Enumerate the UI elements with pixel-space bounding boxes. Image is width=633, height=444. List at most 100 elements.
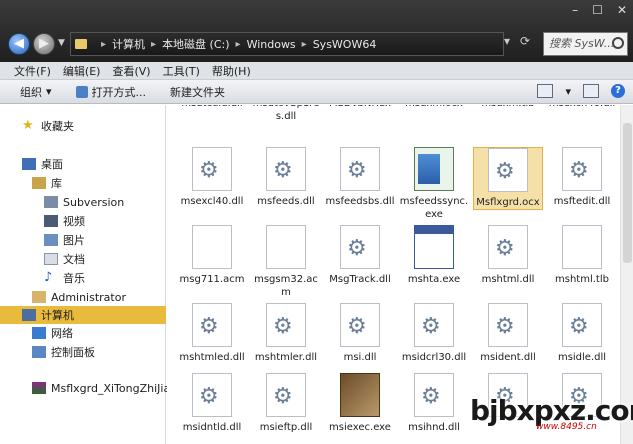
file-item[interactable]: Msflxgrd.ocx: [473, 147, 543, 210]
breadcrumb-local-disk[interactable]: 本地磁盘 (C:): [162, 36, 229, 52]
file-item[interactable]: msexch40.dll: [547, 105, 617, 110]
file-name: msdxm.tlb: [473, 105, 543, 110]
maximize-button[interactable]: ☐: [592, 3, 603, 17]
new-folder-button[interactable]: 新建文件夹: [170, 84, 225, 100]
organize-button[interactable]: 组织 ▾: [20, 84, 52, 100]
file-item[interactable]: msfeedsbs.dll: [325, 147, 395, 208]
chevron-down-icon[interactable]: ▾: [565, 85, 571, 98]
file-item[interactable]: msfeedssync.exe: [399, 147, 469, 221]
chevron-right-icon[interactable]: ▸: [236, 39, 241, 50]
watermark-subtext: www.8495.cn: [536, 422, 597, 432]
sidebar-item-music[interactable]: ♪ 音乐: [44, 269, 85, 287]
window-controls: – ☐ ✕: [572, 3, 627, 17]
address-bar[interactable]: ▸ 计算机 ▸ 本地磁盘 (C:) ▸ Windows ▸ SysWOW64: [70, 32, 504, 56]
dll-file-icon: [488, 225, 528, 269]
sidebar-item-documents[interactable]: 文档: [44, 250, 85, 268]
music-icon: ♪: [44, 270, 53, 285]
open-with-button[interactable]: 打开方式...: [75, 84, 146, 100]
menu-help[interactable]: 帮助(H): [212, 63, 251, 79]
file-item[interactable]: msiexec.exe: [325, 373, 395, 434]
search-icon[interactable]: [612, 37, 624, 49]
change-view-icon[interactable]: [537, 84, 554, 98]
file-item[interactable]: msgsm32.acm: [251, 225, 321, 299]
file-name: mshtmled.dll: [179, 352, 245, 363]
file-item[interactable]: msftedit.dll: [547, 147, 617, 208]
breadcrumb-computer[interactable]: 计算机: [112, 36, 145, 52]
forward-button[interactable]: ▶: [33, 33, 55, 55]
sidebar-item-library[interactable]: 库: [32, 174, 62, 192]
sidebar-item-label: 文档: [63, 253, 85, 266]
file-item[interactable]: msfeeds.dll: [251, 147, 321, 208]
file-item[interactable]: MsgTrack.dll: [325, 225, 395, 286]
file-name: msfeedsbs.dll: [325, 196, 395, 207]
file-name: mshtml.tlb: [555, 274, 609, 285]
file-item[interactable]: msi.dll: [325, 303, 395, 364]
sidebar-item-subversion[interactable]: Subversion: [44, 193, 124, 211]
file-name: msdxm.ocx: [399, 105, 469, 110]
file-name: mshtmler.dll: [254, 352, 318, 363]
open-with-icon: [75, 85, 88, 98]
file-item[interactable]: mshtml.tlb: [547, 225, 617, 286]
file-item[interactable]: msdxm.tlb: [473, 105, 543, 110]
menu-file[interactable]: 文件(F): [14, 63, 51, 79]
menu-view[interactable]: 查看(V): [112, 63, 150, 79]
file-icon: [192, 225, 232, 269]
file-item[interactable]: mshtml.dll: [473, 225, 543, 286]
file-item[interactable]: msg711.acm: [177, 225, 247, 286]
file-name: MSDvbNP.ax: [325, 105, 395, 110]
subversion-icon: [44, 196, 58, 208]
chevron-down-icon[interactable]: ▾: [504, 34, 510, 48]
chevron-right-icon[interactable]: ▸: [302, 39, 307, 50]
chevron-right-icon[interactable]: ▸: [101, 39, 106, 50]
help-icon[interactable]: ?: [611, 84, 625, 98]
back-button[interactable]: ◀: [8, 33, 30, 55]
sidebar-item-label: 视频: [63, 215, 85, 228]
file-name: msi.dll: [343, 352, 377, 363]
recent-pages-dropdown[interactable]: ▼: [58, 38, 65, 48]
sidebar-item-administrator[interactable]: Administrator: [32, 288, 126, 306]
file-item[interactable]: msidcrl30.dll: [399, 303, 469, 364]
file-item[interactable]: mshta.exe: [399, 225, 469, 286]
breadcrumb-windows[interactable]: Windows: [247, 38, 296, 51]
dll-file-icon: [192, 303, 232, 347]
pictures-icon: [44, 234, 58, 246]
search-input[interactable]: 搜索 SysW...: [543, 32, 628, 56]
file-item[interactable]: mshtmled.dll: [177, 303, 247, 364]
chevron-right-icon[interactable]: ▸: [151, 39, 156, 50]
view-controls: ▾ ?: [537, 84, 625, 98]
file-item[interactable]: msdtcuiu.dll: [177, 105, 247, 110]
file-item[interactable]: msidntld.dll: [177, 373, 247, 434]
sidebar-item-label: 网络: [51, 327, 73, 340]
sidebar-item-pictures[interactable]: 图片: [44, 231, 85, 249]
close-button[interactable]: ✕: [617, 3, 627, 17]
refresh-icon[interactable]: ⟳: [520, 34, 530, 48]
file-item[interactable]: msieftp.dll: [251, 373, 321, 434]
file-item[interactable]: msexcl40.dll: [177, 147, 247, 208]
file-item[interactable]: msident.dll: [473, 303, 543, 364]
sidebar-item-desktop[interactable]: 桌面: [22, 155, 63, 173]
sidebar-item-computer[interactable]: 计算机: [0, 306, 166, 324]
sidebar-item-favorites[interactable]: ★ 收藏夹: [22, 117, 74, 135]
sidebar-item-network[interactable]: 网络: [32, 324, 73, 342]
preview-pane-icon[interactable]: [583, 84, 599, 98]
scrollbar-thumb[interactable]: [623, 123, 632, 263]
breadcrumb-syswow64[interactable]: SysWOW64: [313, 38, 377, 51]
sidebar-item-video[interactable]: 视频: [44, 212, 85, 230]
file-item[interactable]: MSDvbNP.ax: [325, 105, 395, 110]
file-name: msidcrl30.dll: [401, 352, 467, 363]
menu-tools[interactable]: 工具(T): [163, 63, 200, 79]
file-name: msidle.dll: [557, 352, 607, 363]
menu-edit[interactable]: 编辑(E): [63, 63, 101, 79]
sidebar-item-control-panel[interactable]: 控制面板: [32, 343, 95, 361]
file-item[interactable]: msidle.dll: [547, 303, 617, 364]
file-icon: [562, 225, 602, 269]
file-name: msexcl40.dll: [180, 196, 244, 207]
file-item[interactable]: msihnd.dll: [399, 373, 469, 434]
sidebar-item-archive[interactable]: Msflxgrd_XiTongZhiJia.z: [32, 379, 179, 397]
file-item[interactable]: msdtcVSp1res.dll: [251, 105, 321, 123]
star-icon: ★: [22, 118, 34, 133]
file-item[interactable]: msdxm.ocx: [399, 105, 469, 110]
new-folder-label: 新建文件夹: [170, 85, 226, 99]
file-item[interactable]: mshtmler.dll: [251, 303, 321, 364]
minimize-button[interactable]: –: [572, 3, 578, 17]
